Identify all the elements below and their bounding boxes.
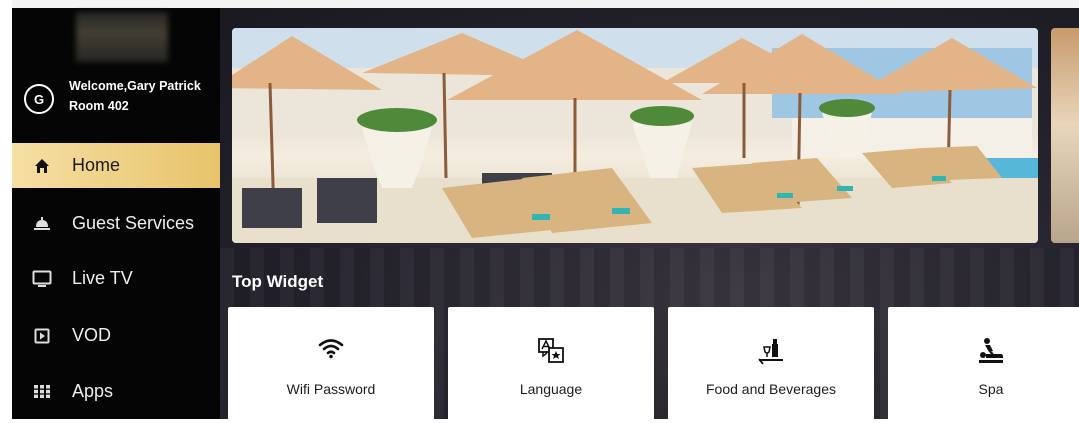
widget-language[interactable]: Language [448, 307, 654, 419]
app-frame: G Welcome,Gary Patrick Room 402 Home Gue… [0, 0, 1079, 423]
sidebar-item-home[interactable]: Home [12, 143, 220, 188]
spa-icon [888, 337, 1079, 365]
sidebar-item-label: Apps [72, 381, 114, 401]
wifi-icon [228, 337, 434, 359]
dining-icon [668, 337, 874, 365]
grid-icon [12, 385, 72, 398]
main-content: Top Widget Wifi Password Language Food a… [220, 8, 1079, 419]
sidebar: G Welcome,Gary Patrick Room 402 Home Gue… [12, 8, 220, 419]
avatar: G [24, 84, 54, 114]
room-number: Room 402 [69, 99, 129, 113]
play-icon [12, 328, 72, 344]
widget-label: Spa [978, 381, 1004, 397]
sidebar-item-apps[interactable]: Apps [12, 369, 220, 414]
sidebar-item-vod[interactable]: VOD [12, 313, 220, 358]
widget-label: Language [519, 381, 583, 397]
sidebar-item-guest-services[interactable]: Guest Services [12, 201, 220, 246]
widget-wifi-password[interactable]: Wifi Password [228, 307, 434, 419]
sidebar-item-label: Home [72, 155, 121, 175]
bell-icon [12, 216, 72, 232]
section-title: Top Widget [232, 272, 324, 291]
top-edge [0, 0, 1079, 8]
bottom-edge [0, 419, 1079, 423]
sidebar-item-live-tv[interactable]: Live TV [12, 256, 220, 301]
sidebar-item-label: Live TV [72, 268, 133, 288]
hero-banner[interactable] [232, 28, 1038, 243]
user-info: G Welcome,Gary Patrick Room 402 [24, 74, 214, 118]
home-icon [12, 158, 72, 174]
next-banner-preview[interactable] [1051, 28, 1079, 243]
widget-label: Food and Beverages [706, 381, 836, 397]
translate-icon [448, 337, 654, 365]
widget-food-and-beverages[interactable]: Food and Beverages [668, 307, 874, 419]
sidebar-item-label: Guest Services [72, 213, 195, 233]
poolside-image [232, 28, 1038, 243]
left-edge [0, 0, 12, 423]
welcome-text: Welcome,Gary Patrick [69, 79, 201, 93]
sidebar-item-label: VOD [72, 325, 112, 345]
widget-label: Wifi Password [286, 381, 376, 397]
hotel-logo [76, 12, 168, 62]
tv-icon [12, 270, 72, 288]
widget-spa[interactable]: Spa [888, 307, 1079, 419]
